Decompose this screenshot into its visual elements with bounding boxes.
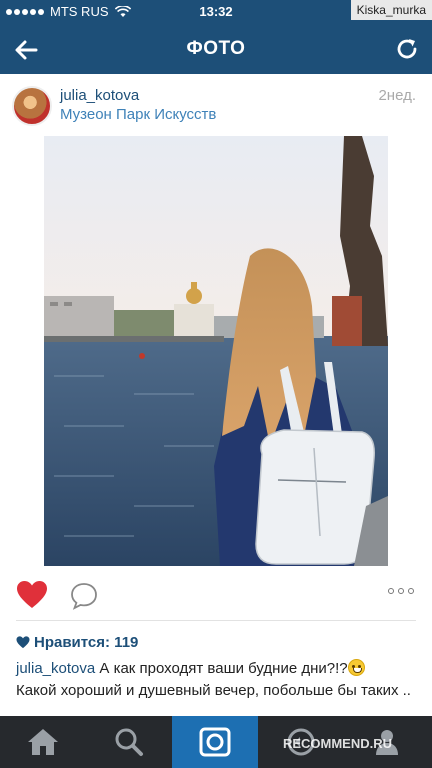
- small-heart-icon: [16, 636, 30, 649]
- heart-icon[interactable]: [16, 580, 48, 610]
- caption-text-2: Какой хороший и душевный вечер, побольше…: [16, 682, 411, 699]
- recommend-watermark: RECOMMEND.RU: [282, 736, 392, 751]
- status-bar: MTS RUS 13:32 Kiska_murka: [0, 0, 432, 24]
- tab-search[interactable]: [86, 716, 172, 768]
- nav-bar: ФОТО: [0, 24, 432, 74]
- smile-emoji-icon: [347, 659, 365, 676]
- more-icon[interactable]: [388, 588, 414, 594]
- divider: [16, 620, 416, 621]
- search-icon: [115, 728, 143, 756]
- post-location[interactable]: Музеон Парк Искусств: [60, 106, 216, 123]
- watermark-label: Kiska_murka: [350, 0, 432, 20]
- avatar[interactable]: [12, 86, 52, 126]
- post-photo[interactable]: [44, 136, 388, 566]
- tab-home[interactable]: [0, 716, 86, 768]
- post-actions: [0, 566, 432, 624]
- tab-bar: RECOMMEND.RU: [0, 716, 432, 768]
- caption: julia_kotova А как проходят ваши будние …: [16, 658, 416, 702]
- camera-icon: [199, 727, 231, 757]
- caption-text: А как проходят ваши будние дни?!?: [99, 660, 348, 677]
- caption-username[interactable]: julia_kotova: [16, 660, 95, 677]
- post-age: 2нед.: [378, 87, 416, 104]
- likes-label: Нравится: 119: [34, 634, 139, 651]
- post-header: julia_kotova Музеон Парк Искусств 2нед.: [0, 74, 432, 136]
- likes-count[interactable]: Нравится: 119: [16, 634, 138, 651]
- comment-icon[interactable]: [70, 582, 98, 610]
- page-title: ФОТО: [186, 38, 246, 59]
- home-icon: [28, 729, 58, 755]
- refresh-icon[interactable]: [394, 36, 420, 62]
- photo-image: [44, 136, 388, 566]
- post-username[interactable]: julia_kotova: [60, 87, 139, 104]
- tab-camera[interactable]: [172, 716, 258, 768]
